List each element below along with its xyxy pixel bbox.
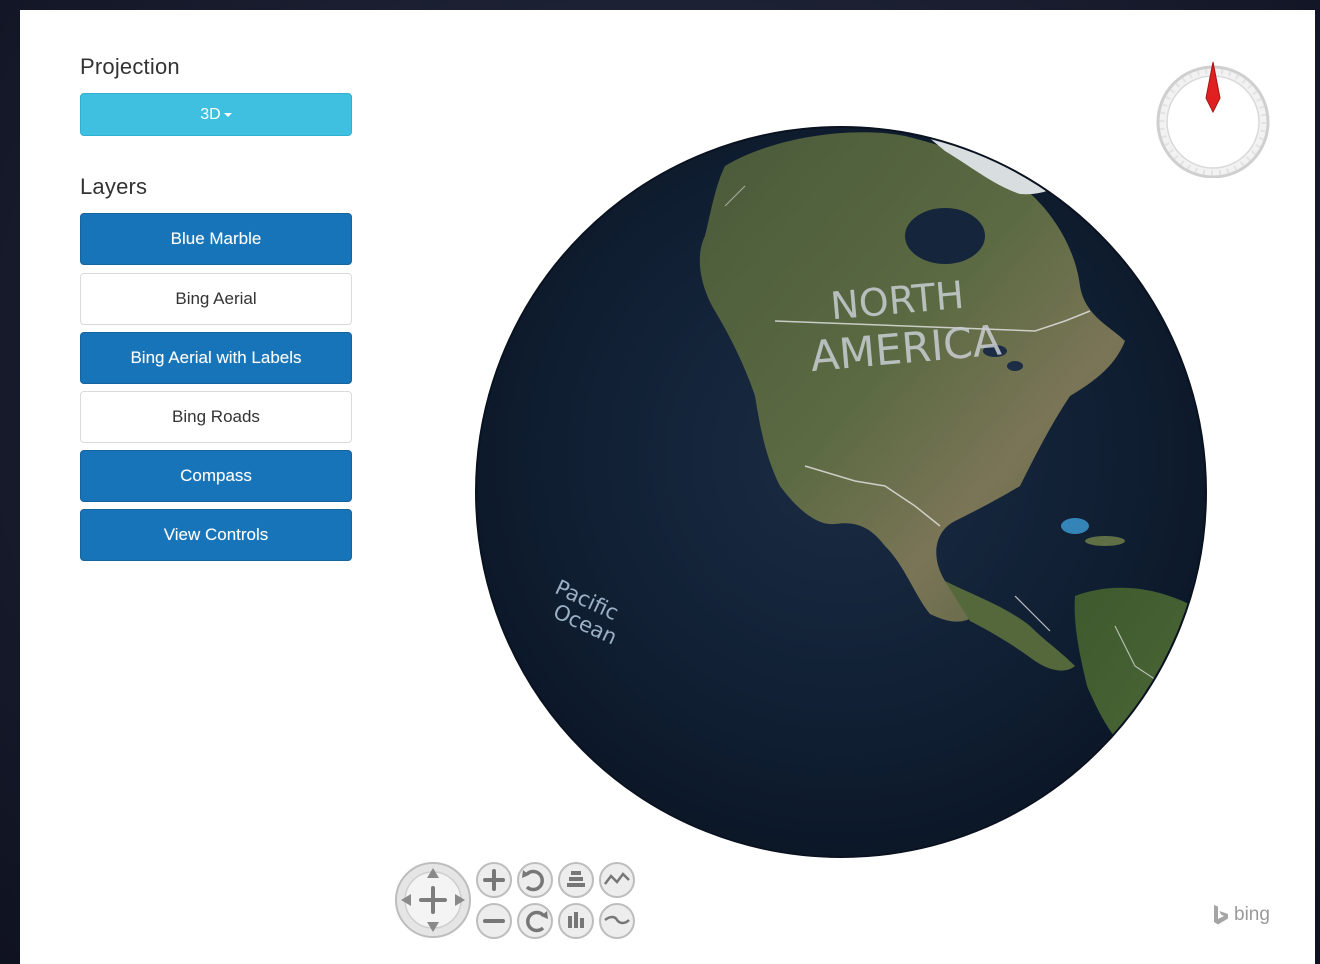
rotate-cw-icon[interactable]	[517, 903, 553, 939]
projection-title: Projection	[80, 54, 180, 79]
zoom-out-icon[interactable]	[476, 903, 512, 939]
rotate-ccw-icon[interactable]	[517, 862, 553, 898]
layer-button-label: Bing Aerial	[175, 289, 257, 308]
projection-dropdown[interactable]: 3D	[80, 93, 352, 136]
view-controls-svg	[395, 862, 635, 939]
caret-down-icon	[223, 112, 232, 117]
tilt-down-icon[interactable]	[558, 903, 594, 939]
globe-svg: NORTH AMERICA Pacific Ocean	[475, 126, 1207, 858]
elevation-up-icon[interactable]	[599, 862, 635, 898]
bing-logo-text: bing	[1234, 904, 1270, 925]
layer-button-label: Bing Roads	[172, 407, 260, 426]
compass-icon[interactable]	[1153, 58, 1273, 179]
layer-button-bing-roads[interactable]: Bing Roads	[80, 391, 352, 443]
layer-button-label: Bing Aerial with Labels	[130, 348, 302, 367]
compass-svg	[1156, 61, 1270, 179]
layer-button-bing-aerial[interactable]: Bing Aerial	[80, 273, 352, 325]
tilt-up-icon[interactable]	[558, 862, 594, 898]
layers-title: Layers	[80, 174, 148, 199]
zoom-in-icon[interactable]	[476, 862, 512, 898]
globe[interactable]: NORTH AMERICA Pacific Ocean	[475, 126, 1207, 858]
pan-icon[interactable]	[395, 862, 471, 938]
view-controls	[395, 860, 655, 950]
projection-value: 3D	[200, 105, 221, 123]
globe-viewport[interactable]: Projection 3D Layers Blue Marble Bing Ae…	[20, 10, 1315, 964]
layer-button-blue-marble[interactable]: Blue Marble	[80, 213, 352, 265]
bing-attribution[interactable]: bing	[1212, 904, 1270, 926]
bing-logo-icon	[1214, 905, 1228, 925]
layer-button-label: View Controls	[163, 525, 269, 544]
layer-button-bing-aerial-labels[interactable]: Bing Aerial with Labels	[80, 332, 352, 384]
layer-button-label: Blue Marble	[170, 229, 262, 248]
layer-button-compass[interactable]: Compass	[80, 450, 352, 502]
layer-button-label: Compass	[180, 466, 252, 485]
elevation-down-icon[interactable]	[599, 903, 635, 939]
layer-button-view-controls[interactable]: View Controls	[80, 509, 352, 561]
